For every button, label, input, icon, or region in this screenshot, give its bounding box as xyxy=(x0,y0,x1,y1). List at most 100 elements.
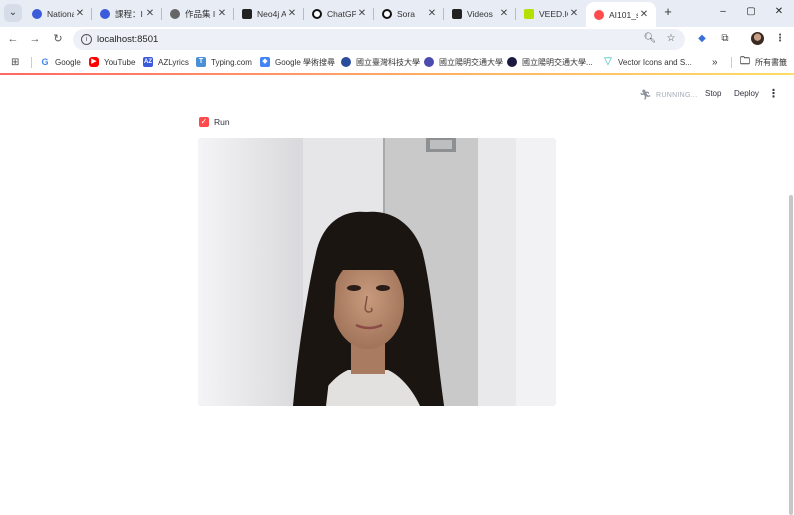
minimize-icon[interactable]: – xyxy=(714,4,732,20)
running-person-icon: 🏃︎ xyxy=(639,90,652,101)
tab-label: Nationa xyxy=(47,8,74,19)
run-checkbox[interactable]: ✓ Run xyxy=(199,117,230,127)
running-status: 🏃︎ RUNNING... xyxy=(639,89,698,102)
url-text[interactable]: localhost:8501 xyxy=(97,34,158,45)
close-tab-icon[interactable]: ✕ xyxy=(74,8,86,19)
tab-videos[interactable]: Videos ✕ xyxy=(444,0,516,27)
bookmark-youtube[interactable]: ▶ YouTube xyxy=(89,56,135,68)
bookmark-label: Vector Icons and S... xyxy=(618,57,692,67)
close-tab-icon[interactable]: ✕ xyxy=(498,8,510,19)
site-info-icon[interactable]: i xyxy=(81,34,92,45)
profile-avatar[interactable] xyxy=(751,32,764,45)
webcam-video-frame xyxy=(198,138,556,406)
bookmark-nycu[interactable]: 國立陽明交通大學 xyxy=(424,56,503,68)
bookmark-typing[interactable]: T Typing.com xyxy=(196,56,252,68)
status-text: RUNNING... xyxy=(656,92,698,99)
bookmark-ntust[interactable]: 國立臺灣科技大學 xyxy=(341,56,420,68)
bookmark-label: Typing.com xyxy=(211,57,252,67)
neo4j-icon xyxy=(242,8,252,19)
bookmark-label: 所有書籤 xyxy=(755,57,787,67)
folder-icon: 🗀︎ xyxy=(740,56,750,67)
tab-strip: ⌄ Nationa ✕ 課程：I ✕ 作品集 I ✕ Neo4j A ✕ Cha… xyxy=(0,0,794,27)
globe-icon xyxy=(100,8,110,19)
tab-ai101-active[interactable]: AI101_s ✕ xyxy=(586,2,656,27)
bookmarks-bar: ⊞ G Google ▶ YouTube AZ AZLyrics T Typin… xyxy=(0,51,794,73)
nycu-icon xyxy=(424,57,434,67)
zoom-icon[interactable]: 🔍︎ xyxy=(643,32,657,46)
streamlit-app: 🏃︎ RUNNING... Stop Deploy ⋮ ✓ Run xyxy=(0,75,794,515)
maximize-icon[interactable]: ▢ xyxy=(742,4,760,20)
extension-diamond-icon[interactable]: ◆ xyxy=(694,31,710,47)
tab-label: 課程：I xyxy=(115,8,143,19)
bookmark-label: YouTube xyxy=(104,57,136,67)
bookmark-label: Google 學術搜尋 xyxy=(275,57,336,67)
bookmark-vector-icons[interactable]: ▽ Vector Icons and S... xyxy=(603,56,692,68)
chatgpt-icon xyxy=(312,8,322,19)
reload-icon[interactable]: ↻ xyxy=(50,31,66,47)
globe-icon xyxy=(170,8,180,19)
tab-label: Videos xyxy=(467,8,493,19)
close-tab-icon[interactable]: ✕ xyxy=(426,8,438,19)
forward-arrow-icon[interactable]: → xyxy=(27,31,43,47)
bookmark-google-scholar[interactable]: ◆ Google 學術搜尋 xyxy=(260,56,335,68)
google-icon: G xyxy=(40,57,50,67)
bookmark-label: 國立陽明交通大學 xyxy=(439,57,503,67)
tab-chatgpt[interactable]: ChatGP ✕ xyxy=(304,0,374,27)
close-tab-icon[interactable]: ✕ xyxy=(216,8,228,19)
close-tab-icon[interactable]: ✕ xyxy=(144,8,156,19)
tab-nationa[interactable]: Nationa ✕ xyxy=(24,0,92,27)
star-bookmark-icon[interactable]: ☆ xyxy=(664,32,678,46)
new-tab-button[interactable]: + xyxy=(660,4,676,20)
bookmark-label: AZLyrics xyxy=(158,57,189,67)
close-tab-icon[interactable]: ✕ xyxy=(356,8,368,19)
tab-label: Sora xyxy=(397,8,415,19)
tab-label: AI101_s xyxy=(609,9,638,20)
youtube-icon: ▶ xyxy=(89,57,99,67)
tab-label: 作品集 I xyxy=(185,8,216,19)
tab-course[interactable]: 課程：I ✕ xyxy=(92,0,162,27)
sora-icon xyxy=(382,8,392,19)
tab-portfolio[interactable]: 作品集 I ✕ xyxy=(162,0,234,27)
main-menu-icon[interactable]: ⋮ xyxy=(768,87,779,101)
nycu-dark-icon xyxy=(507,57,517,67)
close-tab-icon[interactable]: ✕ xyxy=(286,8,298,19)
all-bookmarks-folder[interactable]: 🗀︎ 所有書籤 xyxy=(740,56,787,68)
scholar-icon: ◆ xyxy=(260,57,270,67)
close-window-icon[interactable]: ✕ xyxy=(770,4,788,20)
puzzle-extensions-icon[interactable]: ⧉ xyxy=(717,31,733,47)
tab-sora[interactable]: Sora ✕ xyxy=(374,0,444,27)
deploy-button[interactable]: Deploy xyxy=(734,89,759,98)
checkbox-checked-icon[interactable]: ✓ xyxy=(199,117,209,127)
more-bookmarks-icon[interactable]: » xyxy=(712,56,718,68)
streamlit-icon xyxy=(594,9,604,20)
close-tab-icon[interactable]: ✕ xyxy=(568,8,580,19)
bookmark-nycu-2[interactable]: 國立陽明交通大學... xyxy=(507,56,593,68)
bookmark-label: 國立陽明交通大學... xyxy=(522,57,593,67)
bookmark-label: 國立臺灣科技大學 xyxy=(356,57,420,67)
tab-veed[interactable]: VEED.IO ✕ xyxy=(516,0,586,27)
apps-grid-icon[interactable]: ⊞ xyxy=(11,56,19,68)
videos-icon xyxy=(452,8,462,19)
checkbox-label: Run xyxy=(214,117,230,127)
tab-search-button[interactable]: ⌄ xyxy=(4,4,22,22)
stop-button[interactable]: Stop xyxy=(705,89,721,98)
chrome-menu-icon[interactable]: ⋮ xyxy=(772,31,788,47)
bookmark-label: Google xyxy=(55,57,81,67)
tab-neo4j[interactable]: Neo4j A ✕ xyxy=(234,0,304,27)
address-bar[interactable]: i localhost:8501 🔍︎ ☆ xyxy=(73,29,685,50)
ntust-icon xyxy=(341,57,351,67)
tab-label: VEED.IO xyxy=(539,8,568,19)
tab-label: ChatGP xyxy=(327,8,356,19)
close-tab-icon[interactable]: ✕ xyxy=(638,9,650,20)
typing-icon: T xyxy=(196,57,206,67)
page-scrollbar[interactable] xyxy=(789,195,793,515)
bookmark-azlyrics[interactable]: AZ AZLyrics xyxy=(143,56,189,68)
globe-icon xyxy=(32,8,42,19)
vector-icon: ▽ xyxy=(604,56,612,67)
back-arrow-icon[interactable]: ← xyxy=(5,31,21,47)
tab-label: Neo4j A xyxy=(257,8,286,19)
bookmark-google[interactable]: G Google xyxy=(40,56,81,68)
azlyrics-icon: AZ xyxy=(143,57,153,67)
browser-toolbar: ← → ↻ i localhost:8501 🔍︎ ☆ ◆ ⧉ ⋮ xyxy=(0,27,794,51)
veed-icon xyxy=(524,8,534,19)
